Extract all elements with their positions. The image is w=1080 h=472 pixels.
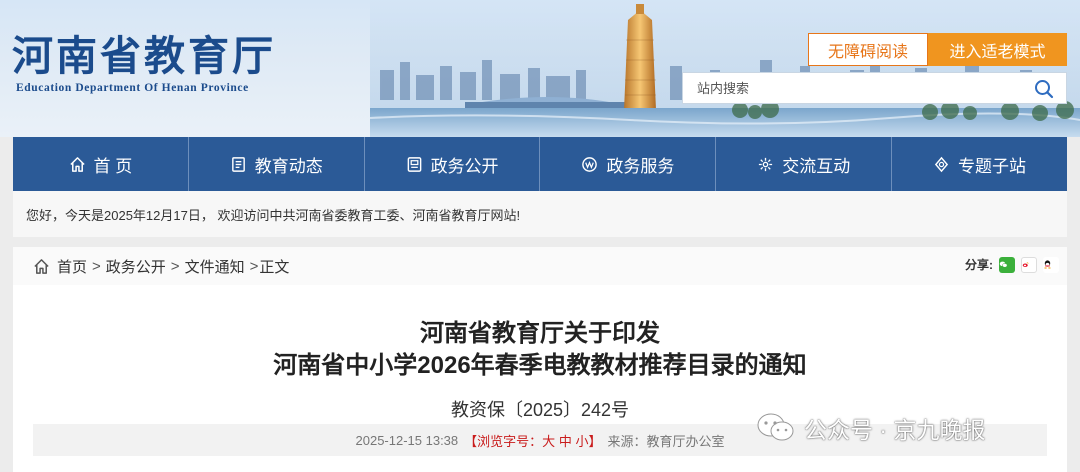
main-nav: 首 页 教育动态 政务公开 政务服务 交流互动 专题子站 [13, 137, 1067, 191]
search-input[interactable] [683, 80, 1013, 96]
breadcrumb-separator: > [92, 257, 101, 275]
nav-item-label: 教育动态 [254, 156, 323, 176]
site-logo-subtitle: Education Department Of Henan Province [16, 82, 249, 94]
wechat-share-icon[interactable] [999, 256, 1015, 273]
search-icon[interactable] [1034, 79, 1054, 99]
welcome-text: 您好，今天是2025年12月17日， 欢迎访问中共河南省委教育工委、河南省教育厅… [26, 207, 521, 223]
nav-item-label: 首 页 [93, 156, 133, 176]
font-size-switcher: 【浏览字号：大 中 小】 [464, 431, 601, 450]
topic-icon [934, 156, 949, 172]
elderly-mode-button[interactable]: 进入适老模式 [928, 33, 1067, 66]
nav-item-label: 政务服务 [606, 156, 675, 176]
nav-item-interaction[interactable]: 交流互动 [716, 137, 893, 191]
weibo-share-icon[interactable] [1021, 256, 1037, 273]
font-size-end: 】 [588, 433, 602, 449]
header-banner: 河南省教育厅 Education Department Of Henan Pro… [0, 0, 1080, 137]
home-icon [69, 156, 85, 172]
breadcrumb-separator: > [170, 257, 180, 275]
nav-item-government-affairs[interactable]: 政务公开 [365, 137, 541, 191]
nav-item-education-news[interactable]: 教育动态 [189, 137, 365, 191]
nav-item-label: 交流互动 [782, 156, 851, 176]
chat-icon [759, 157, 773, 171]
breadcrumb-separator: > [249, 257, 259, 275]
nav-item-government-services[interactable]: 政务服务 [540, 137, 717, 191]
breadcrumb-current: 正文 [259, 258, 290, 276]
breadcrumb-home[interactable]: 首页 [57, 256, 87, 277]
nav-item-label: 政务公开 [430, 156, 499, 176]
news-icon [231, 156, 245, 172]
article-source: 来源：教育厅办公室 [607, 433, 725, 449]
nav-item-label: 专题子站 [958, 156, 1027, 176]
watermark-text: 公众号 · 京九晚报 [804, 417, 986, 443]
font-size-small-link[interactable]: 小 [575, 434, 588, 449]
nav-item-home[interactable]: 首 页 [13, 137, 189, 191]
share-bar: 分享: [965, 256, 1059, 273]
share-label: 分享: [965, 258, 993, 272]
watermark: 公众号 · 京九晚报 [756, 411, 985, 445]
qq-share-icon[interactable] [1043, 256, 1059, 273]
font-size-label: 【浏览字号： [464, 433, 543, 449]
breadcrumb-government-affairs[interactable]: 政务公开 [106, 256, 166, 277]
city-skyline-image [370, 0, 1080, 137]
site-search-box [682, 72, 1067, 104]
welcome-bar: 您好，今天是2025年12月17日， 欢迎访问中共河南省委教育工委、河南省教育厅… [13, 191, 1067, 237]
nav-item-topic-sites[interactable]: 专题子站 [892, 137, 1067, 191]
wechat-official-account-icon [757, 413, 794, 441]
home-icon [34, 258, 49, 274]
service-icon [582, 156, 598, 172]
article-title-line2: 河南省中小学2026年春季电教教材推荐目录的通知 [273, 352, 807, 379]
document-icon [407, 156, 421, 172]
breadcrumb: 首页 > 政务公开 > 文件通知 > 正文 分享: [13, 247, 1067, 285]
font-size-medium-link[interactable]: 中 [559, 434, 572, 449]
barrier-free-reading-button[interactable]: 无障碍阅读 [808, 33, 928, 66]
publish-date: 2025-12-15 13:38 [355, 432, 459, 448]
article-title-line1: 河南省教育厅关于印发 [420, 320, 660, 347]
font-size-large-link[interactable]: 大 [542, 434, 555, 449]
site-logo-title[interactable]: 河南省教育厅 [12, 22, 276, 82]
breadcrumb-notices[interactable]: 文件通知 [185, 256, 245, 277]
